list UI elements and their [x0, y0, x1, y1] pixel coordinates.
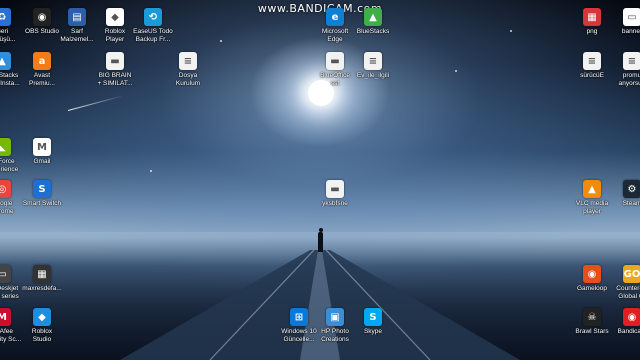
gameloop-icon: ◉ [583, 265, 601, 283]
desktop-shortcut[interactable]: a Avast Premiu... [20, 52, 64, 87]
edge-icon: e [326, 8, 344, 26]
brawl-stars-icon: ☠ [583, 308, 601, 326]
shortcut-label: Brawl Stars [575, 328, 609, 335]
csgo-icon: GO [623, 265, 640, 283]
shortcut-label: promu anyorsun [618, 72, 640, 87]
shortcut-label: Steam [622, 200, 640, 207]
desktop-shortcut[interactable]: ⟲ EaseUS Todo Backup Fr... [131, 8, 175, 43]
windows-update-icon: ⊞ [290, 308, 308, 326]
text-file-icon: ≡ [583, 52, 601, 70]
shortcut-label: png [586, 28, 598, 35]
banner-image-icon: ▭ [623, 8, 640, 26]
shortcut-label: Smart Switch [22, 200, 62, 207]
desktop-shortcut[interactable]: ▬ yksbfsne [313, 180, 357, 208]
shortcut-label: Skype [363, 328, 383, 335]
star [455, 70, 457, 72]
shortcut-label: Counter-St Global Of [616, 285, 640, 300]
text-file-icon: ≡ [364, 52, 382, 70]
text-file-icon: ≡ [623, 52, 640, 70]
shortcut-label: Bandicam [617, 328, 640, 335]
chrome-icon: ◎ [0, 180, 11, 198]
desktop-shortcut[interactable]: ≡ sürücüE [570, 52, 614, 80]
desktop-shortcut[interactable]: ▦ maxresdefa... [20, 265, 64, 293]
desktop-shortcut[interactable]: ▭ banner [610, 8, 640, 36]
shortcut-label: BIG BRAIN + SIMILAT... [97, 72, 133, 87]
document-icon: ▬ [106, 52, 124, 70]
hp-printer-icon: ▭ [0, 265, 11, 283]
desktop-shortcut[interactable]: ▦ png [570, 8, 614, 36]
desktop-shortcut[interactable]: GO Counter-St Global Of [610, 265, 640, 300]
mcafee-icon: M [0, 308, 11, 326]
shortcut-label: maxresdefa... [22, 285, 62, 292]
sarf-malzeme-icon: ▤ [68, 8, 86, 26]
bandicam-icon: ◉ [623, 308, 640, 326]
recycle-bin-icon: ♻ [0, 8, 11, 26]
desktop-shortcut[interactable]: ▲ BlueStacks [351, 8, 395, 36]
shortcut-label: banner [621, 28, 640, 35]
obs-studio-icon: ◉ [33, 8, 51, 26]
file-icon: ▬ [326, 180, 344, 198]
roblox-studio-icon: ◆ [33, 308, 51, 326]
desktop-shortcut[interactable]: ≡ Ev_ile_ilgili [351, 52, 395, 80]
shortcut-label: Roblox Studio [31, 328, 53, 343]
shortcut-label: sürücüE [580, 72, 604, 79]
desktop-shortcut[interactable]: M Gmail [20, 138, 64, 166]
png-image-icon: ▦ [583, 8, 601, 26]
text-file-icon: ≡ [179, 52, 197, 70]
desktop-shortcut[interactable]: S Smart Switch [20, 180, 64, 208]
shortcut-label: EaseUS Todo Backup Fr... [133, 28, 173, 43]
desktop-shortcut[interactable]: ⚙ Steam [610, 180, 640, 208]
star [150, 170, 152, 172]
bluestacks-multi-icon: ▲ [0, 52, 11, 70]
skype-icon: S [364, 308, 382, 326]
shortcut-label: Dosya Kurulum [175, 72, 201, 87]
desktop-shortcut[interactable]: ☠ Brawl Stars [570, 308, 614, 336]
steam-icon: ⚙ [623, 180, 640, 198]
desktop-shortcut[interactable]: S Skype [351, 308, 395, 336]
shortcut-label: Gameloop [577, 285, 607, 292]
desktop-shortcut[interactable]: ≡ Dosya Kurulum [166, 52, 210, 87]
image-file-icon: ▦ [33, 265, 51, 283]
desktop-shortcut[interactable]: ◆ Roblox Studio [20, 308, 64, 343]
desktop-shortcut[interactable]: ◉ Gameloop [570, 265, 614, 293]
gmail-icon: M [33, 138, 51, 156]
roblox-player-icon: ◆ [106, 8, 124, 26]
desktop-shortcut[interactable]: ≡ promu anyorsun [610, 52, 640, 87]
walking-figure [318, 228, 323, 252]
shortcut-label: BlueStacks [356, 28, 390, 35]
avast-icon: a [33, 52, 51, 70]
bluestacks-icon: ▲ [364, 8, 382, 26]
vlc-icon: ▲ [583, 180, 601, 198]
shortcut-label: Gmail [33, 158, 51, 165]
shortcut-label: Avast Premiu... [28, 72, 55, 87]
geforce-experience-icon: ◣ [0, 138, 11, 156]
shortcut-label: VLC media player [575, 200, 609, 215]
shortcut-label: Ev_ile_ilgili [356, 72, 390, 79]
star [510, 30, 512, 32]
desktop-shortcut[interactable]: ▲ VLC media player [570, 180, 614, 215]
desktop-shortcut[interactable]: ▬ BIG BRAIN + SIMILAT... [93, 52, 137, 87]
desktop-shortcut[interactable]: ◉ Bandicam [610, 308, 640, 336]
star [220, 40, 222, 42]
hp-photo-icon: ▣ [326, 308, 344, 326]
file-icon: ▬ [326, 52, 344, 70]
smart-switch-icon: S [33, 180, 51, 198]
easeus-backup-icon: ⟲ [144, 8, 162, 26]
shortcut-label: yksbfsne [322, 200, 348, 207]
